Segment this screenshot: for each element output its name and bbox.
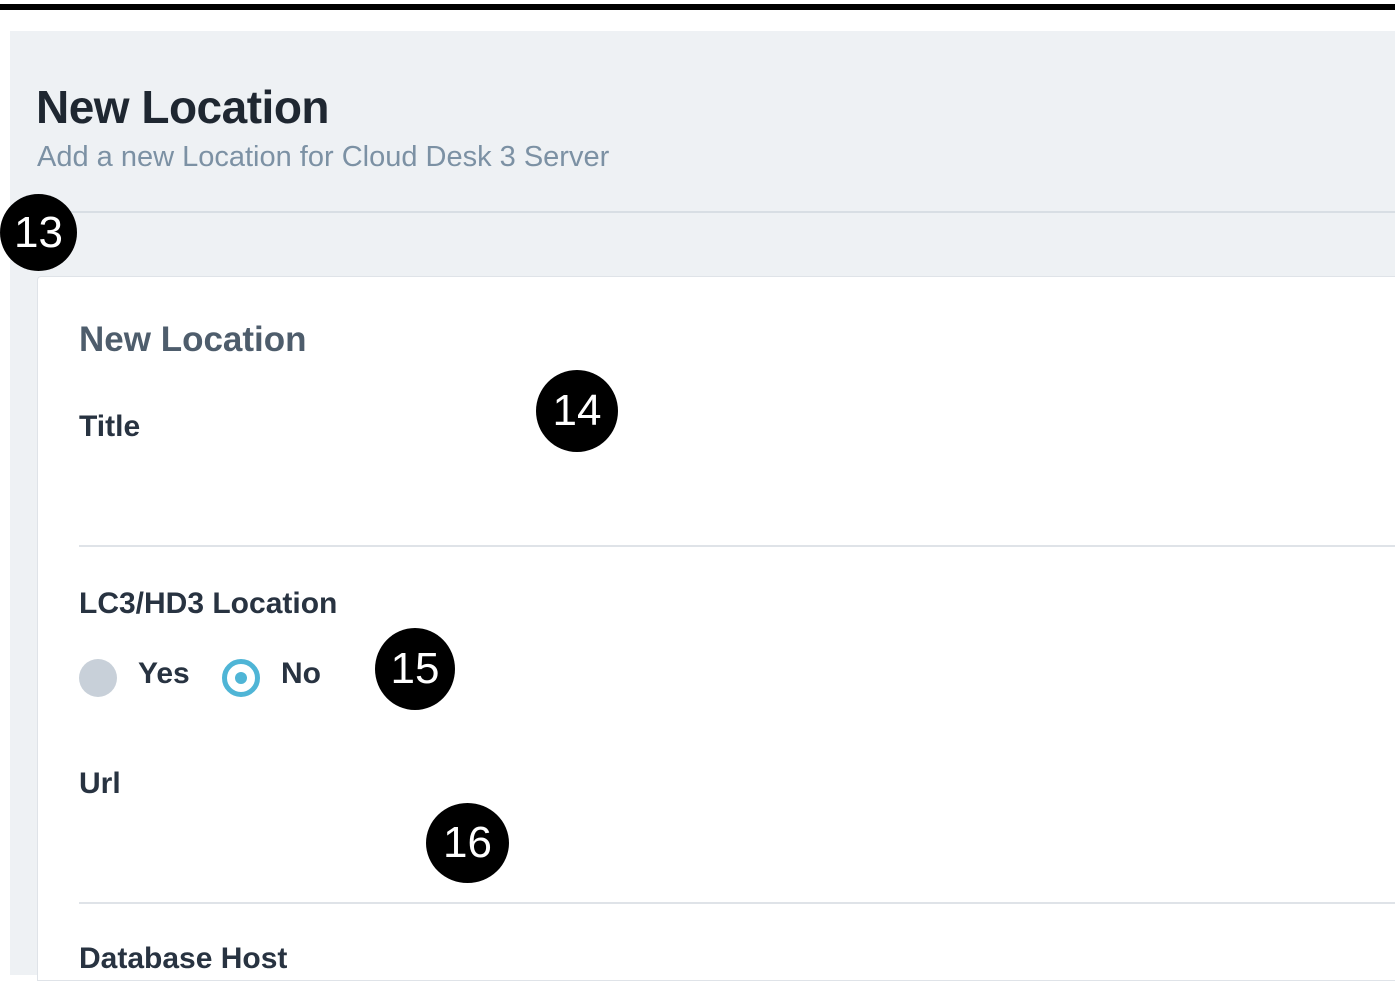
card-title: New Location bbox=[79, 320, 307, 359]
location-label: LC3/HD3 Location bbox=[79, 587, 338, 620]
annotation-badge-13: 13 bbox=[0, 194, 77, 271]
yes-radio[interactable] bbox=[79, 659, 117, 697]
annotation-badge-15: 15 bbox=[375, 628, 455, 710]
no-radio-label[interactable]: No bbox=[281, 657, 321, 691]
top-border-line bbox=[0, 4, 1395, 10]
no-radio[interactable] bbox=[222, 659, 260, 697]
yes-radio-label[interactable]: Yes bbox=[138, 657, 190, 691]
title-input[interactable] bbox=[79, 452, 1395, 547]
url-input[interactable] bbox=[79, 810, 1395, 904]
page-subtitle: Add a new Location for Cloud Desk 3 Serv… bbox=[37, 141, 610, 173]
annotation-badge-16: 16 bbox=[426, 803, 509, 883]
annotation-badge-14: 14 bbox=[536, 370, 618, 452]
radio-selected-dot bbox=[235, 672, 247, 684]
database-host-label: Database Host bbox=[79, 942, 288, 975]
url-label: Url bbox=[79, 767, 121, 800]
title-label: Title bbox=[79, 410, 141, 443]
header-divider bbox=[10, 211, 1395, 213]
page-title: New Location bbox=[36, 81, 330, 133]
